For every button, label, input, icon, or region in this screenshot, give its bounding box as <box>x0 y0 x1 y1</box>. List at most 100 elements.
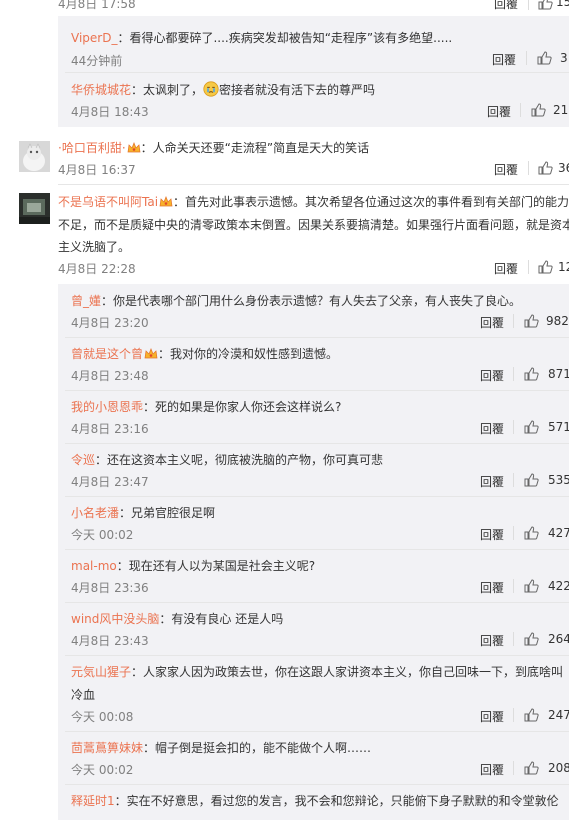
like-count: 535 <box>548 473 569 487</box>
like-thumb-icon[interactable] <box>524 314 539 328</box>
comment-time: 4月8日 23:43 <box>71 634 149 648</box>
username-link[interactable]: 令巡 <box>71 453 95 467</box>
comment-time: 4月8日 17:58 <box>58 0 136 11</box>
comment-time: 4月8日 16:37 <box>58 163 136 177</box>
like-thumb-icon[interactable] <box>524 579 539 593</box>
reply-button[interactable]: 回覆 <box>494 0 518 12</box>
comment-time: 4月8日 18:43 <box>71 105 149 119</box>
like-count: 427 <box>548 526 569 540</box>
like-thumb-icon[interactable] <box>524 526 539 540</box>
divider <box>58 184 569 185</box>
like-count: 21 <box>553 103 569 117</box>
like-thumb-icon[interactable] <box>538 161 553 175</box>
like-count: 36 <box>558 161 569 175</box>
sub-comment: 我的小恩恩乖：死的如果是你家人你还会这样说么? <box>71 398 341 415</box>
comment-time: 4月8日 23:48 <box>71 369 149 383</box>
comment-text: 主义洗脑了。 <box>58 240 131 254</box>
like-thumb-icon[interactable] <box>524 708 539 722</box>
vip-crown-icon <box>144 348 158 359</box>
reply-button[interactable]: 回覆 <box>480 367 504 384</box>
comment-time: 44分钟前 <box>71 54 123 68</box>
username-link[interactable]: 华侨城城花 <box>71 83 131 97</box>
reply-button[interactable]: 回覆 <box>480 761 504 778</box>
username-link[interactable]: 不是乌语不叫阿Tai <box>58 195 158 209</box>
divider <box>513 761 514 775</box>
avatar[interactable] <box>19 193 50 224</box>
sub-comment: 曾就是这个曾 ：我对你的冷漠和奴性感到遗憾。 <box>71 345 338 362</box>
like-count: 12 <box>558 260 569 274</box>
divider <box>513 473 514 487</box>
comment-time: 今天 00:08 <box>71 710 134 724</box>
reply-button[interactable]: 回覆 <box>480 632 504 649</box>
like-thumb-icon[interactable] <box>538 0 553 10</box>
divider <box>65 655 569 656</box>
sub-comment: ViperD_：看得心都要碎了....疾病突发却被告知“走程序”该有多绝望...… <box>71 29 452 46</box>
divider <box>520 103 521 117</box>
username-link[interactable]: ·哈口百利甜· <box>58 141 126 155</box>
reply-button[interactable]: 回覆 <box>494 161 518 178</box>
like-count: 571 <box>548 420 569 434</box>
like-thumb-icon[interactable] <box>524 367 539 381</box>
sub-comment: 曾_嬞：你是代表哪个部门用什么身份表示遗憾？有人失去了父亲，有人丧失了良心。 <box>71 292 521 309</box>
comment-time: 4月8日 23:20 <box>71 316 149 330</box>
vip-crown-icon <box>159 196 173 207</box>
comment-time: 4月8日 22:28 <box>58 262 136 276</box>
reply-button[interactable]: 回覆 <box>492 51 516 68</box>
like-count: 982 <box>546 314 569 328</box>
like-count: 15 <box>556 0 569 9</box>
like-thumb-icon[interactable] <box>524 420 539 434</box>
reply-button[interactable]: 回覆 <box>480 526 504 543</box>
divider <box>513 367 514 381</box>
like-count: 247 <box>548 708 569 722</box>
comment-time: 今天 00:02 <box>71 763 134 777</box>
vip-crown-icon <box>127 142 141 153</box>
username-link[interactable]: mal-mo <box>71 559 117 573</box>
username-link[interactable]: 释延时1 <box>71 794 115 808</box>
username-link[interactable]: 小名老潘 <box>71 506 119 520</box>
divider <box>65 496 569 497</box>
reply-button[interactable]: 回覆 <box>480 314 504 331</box>
username-link[interactable]: 茴蒿蔦箅妹妹 <box>71 741 143 755</box>
username-link[interactable]: 元気山猩子 <box>71 665 131 679</box>
like-thumb-icon[interactable] <box>524 473 539 487</box>
avatar[interactable] <box>19 141 50 172</box>
divider <box>513 579 514 593</box>
sub-comment: 华侨城城花：太讽刺了， 密接者就没有活下去的尊严吗 <box>71 81 375 98</box>
divider <box>513 420 514 434</box>
comment-text: ：现在还有人以为某国是社会主义呢? <box>116 559 316 573</box>
like-thumb-icon[interactable] <box>524 761 539 775</box>
like-thumb-icon[interactable] <box>537 51 552 65</box>
sub-comment: mal-mo：现在还有人以为某国是社会主义呢? <box>71 557 315 574</box>
reply-button[interactable]: 回覆 <box>480 579 504 596</box>
comment-text: ：你是代表哪个部门用什么身份表示遗憾？有人失去了父亲，有人丧失了良心。 <box>101 294 522 308</box>
reply-button[interactable]: 回覆 <box>480 420 504 437</box>
like-thumb-icon[interactable] <box>538 260 553 274</box>
username-link[interactable]: wind风中没头脑 <box>71 612 159 626</box>
reply-button[interactable]: 回覆 <box>480 708 504 725</box>
reply-button[interactable]: 回覆 <box>494 260 518 277</box>
sub-comment: 令巡：还在这资本主义呢，彻底被洗脑的产物，你可真可悲 <box>71 451 383 468</box>
username-link[interactable]: 曾就是这个曾 <box>71 347 143 361</box>
divider <box>513 314 514 328</box>
sub-comment: 茴蒿蔦箅妹妹：帽子倒是挺会扣的，能不能做个人啊…… <box>71 739 371 756</box>
divider <box>528 161 529 175</box>
username-link[interactable]: 曾_嬞 <box>71 294 101 308</box>
divider <box>65 390 569 391</box>
sub-comment: wind风中没头脑：有没有良心 还是人吗 <box>71 610 283 627</box>
username-link[interactable]: ViperD_ <box>71 31 117 45</box>
divider <box>526 51 527 65</box>
like-count: 422 <box>548 579 569 593</box>
like-thumb-icon[interactable] <box>531 103 546 117</box>
like-thumb-icon[interactable] <box>524 632 539 646</box>
username-link[interactable]: 我的小恩恩乖 <box>71 400 143 414</box>
comment-text: ：人命关天还要“走流程”简直是天大的笑话 <box>140 141 370 155</box>
like-count: 208 <box>548 761 569 775</box>
reply-button[interactable]: 回覆 <box>480 473 504 490</box>
divider <box>65 784 569 785</box>
divider <box>65 731 569 732</box>
divider <box>65 602 569 603</box>
comment-text: 不足，而不是质疑中央的清零政策本末倒置。因果关系要搞清楚。如果强行片面看问题，就… <box>58 218 569 232</box>
comment-text: ：兄弟官腔很足啊 <box>119 506 216 520</box>
comment-text: ：看得心都要碎了....疾病突发却被告知“走程序”该有多绝望..... <box>117 31 453 45</box>
reply-button[interactable]: 回覆 <box>487 103 511 120</box>
